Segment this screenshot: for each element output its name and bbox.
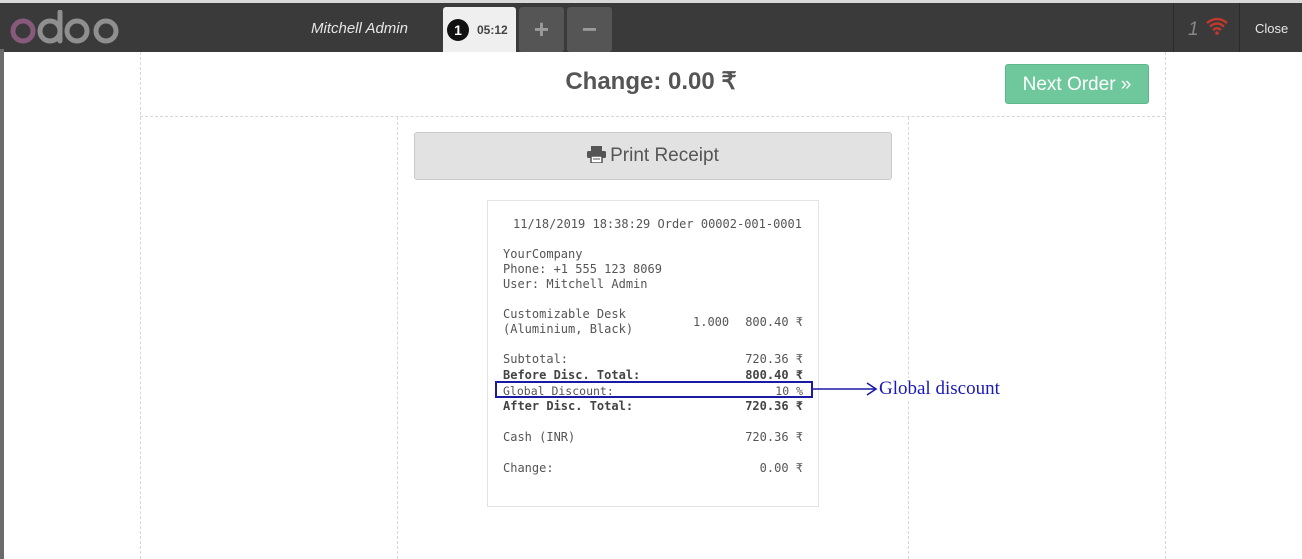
after-disc-value: 720.36 ₹ (745, 399, 803, 413)
divider (908, 117, 909, 559)
cash-label: Cash (INR) (503, 430, 576, 444)
receipt: 11/18/2019 18:38:29 Order 00002-001-0001… (487, 200, 819, 507)
order-number-badge: 1 (447, 19, 469, 41)
divider (140, 116, 1165, 117)
add-order-button[interactable]: + (519, 7, 564, 52)
product-price: 800.40 ₹ (745, 315, 803, 329)
odoo-logo (10, 10, 119, 44)
network-status[interactable]: 1 (1173, 3, 1240, 52)
before-disc-label: Before Disc. Total: (503, 368, 641, 382)
printer-icon (587, 146, 607, 163)
order-time: 05:12 (477, 23, 508, 37)
divider (397, 117, 398, 559)
product-name: Customizable Desk (503, 307, 626, 321)
receipt-user: User: Mitchell Admin (503, 277, 648, 291)
company-name: YourCompany (503, 247, 583, 261)
remove-order-button[interactable]: − (567, 7, 612, 52)
cashier-name[interactable]: Mitchell Admin (311, 20, 408, 37)
global-discount-highlight (495, 381, 813, 398)
before-disc-value: 800.40 ₹ (745, 368, 803, 382)
change-value: 0.00 ₹ (759, 461, 803, 475)
after-disc-label: After Disc. Total: (503, 399, 634, 413)
print-receipt-label: Print Receipt (610, 145, 719, 166)
pending-orders-count: 1 (1188, 19, 1199, 40)
wifi-icon (1206, 17, 1228, 35)
divider (1165, 52, 1166, 559)
annotation-arrow-icon (812, 382, 878, 396)
close-button[interactable]: Close (1255, 21, 1288, 36)
cash-value: 720.36 ₹ (745, 430, 803, 444)
subtotal-value: 720.36 ₹ (745, 352, 803, 366)
change-label: Change: (503, 461, 554, 475)
divider (140, 52, 141, 559)
receipt-header: 11/18/2019 18:38:29 Order 00002-001-0001 (513, 217, 802, 231)
next-order-button[interactable]: Next Order » (1005, 64, 1149, 104)
print-receipt-button[interactable]: Print Receipt (414, 132, 892, 180)
order-tab[interactable]: 1 05:12 (443, 7, 516, 52)
left-edge (0, 49, 4, 559)
subtotal-label: Subtotal: (503, 352, 569, 366)
product-variant: (Aluminium, Black) (503, 322, 634, 336)
top-bar: Mitchell Admin 1 05:12 + − 1 Close (0, 0, 1302, 52)
company-phone: Phone: +1 555 123 8069 (503, 262, 662, 276)
annotation-label: Global discount (879, 378, 1008, 400)
